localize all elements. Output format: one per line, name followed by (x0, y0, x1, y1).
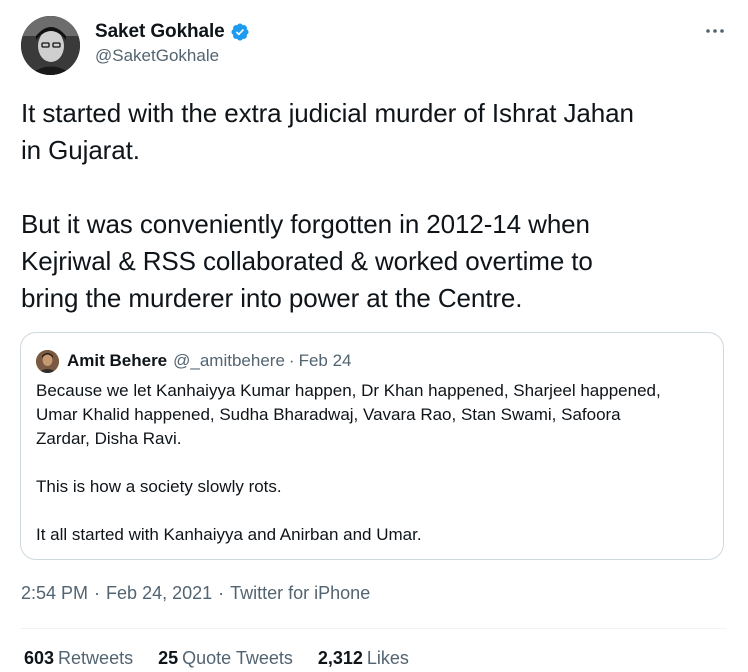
author-name-row: Saket Gokhale (95, 20, 250, 44)
meta-separator-2: · (218, 583, 225, 603)
quote-tweets-count: 25 (158, 648, 179, 668)
author-display-name[interactable]: Saket Gokhale (95, 21, 225, 43)
engagement-stats: 603 Retweets 25 Quote Tweets 2,312 Likes (24, 648, 409, 669)
likes-count: 2,312 (317, 648, 363, 668)
tweet-date[interactable]: Feb 24, 2021 (106, 583, 212, 604)
quote-tweets-label: Quote Tweets (182, 648, 293, 668)
meta-separator: · (94, 583, 101, 603)
retweets-stat[interactable]: 603 Retweets (24, 648, 133, 669)
quoted-tweet-header: Amit Behere @_amitbehere · Feb 24 (67, 350, 352, 372)
retweets-label: Retweets (58, 648, 134, 668)
quoted-author-handle: @_amitbehere (173, 351, 285, 370)
verified-badge-icon (230, 22, 250, 42)
author-handle[interactable]: @SaketGokhale (95, 46, 219, 66)
quoted-tweet-text: Because we let Kanhaiyya Kumar happen, D… (36, 381, 661, 544)
more-options-icon[interactable] (700, 22, 730, 40)
likes-stat[interactable]: 2,312 Likes (318, 648, 409, 669)
tweet-time[interactable]: 2:54 PM (21, 583, 88, 604)
stats-divider (21, 628, 727, 629)
quoted-header-separator: · (288, 351, 295, 370)
quoted-author-avatar (36, 350, 59, 373)
tweet-text: It started with the extra judicial murde… (21, 98, 634, 313)
quoted-author-name: Amit Behere (67, 351, 168, 370)
tweet-source-link[interactable]: Twitter for iPhone (230, 583, 370, 604)
quoted-tweet[interactable]: Amit Behere @_amitbehere · Feb 24 Becaus… (20, 332, 724, 560)
tweet-meta: 2:54 PM · Feb 24, 2021 · Twitter for iPhone (21, 583, 370, 604)
quote-tweets-stat[interactable]: 25 Quote Tweets (158, 648, 293, 669)
author-avatar[interactable] (21, 16, 80, 75)
tweet-container: Saket Gokhale @SaketGokhale It started w… (0, 0, 748, 672)
quoted-tweet-date: Feb 24 (298, 351, 352, 370)
retweets-count: 603 (24, 648, 55, 668)
likes-label: Likes (366, 648, 409, 668)
